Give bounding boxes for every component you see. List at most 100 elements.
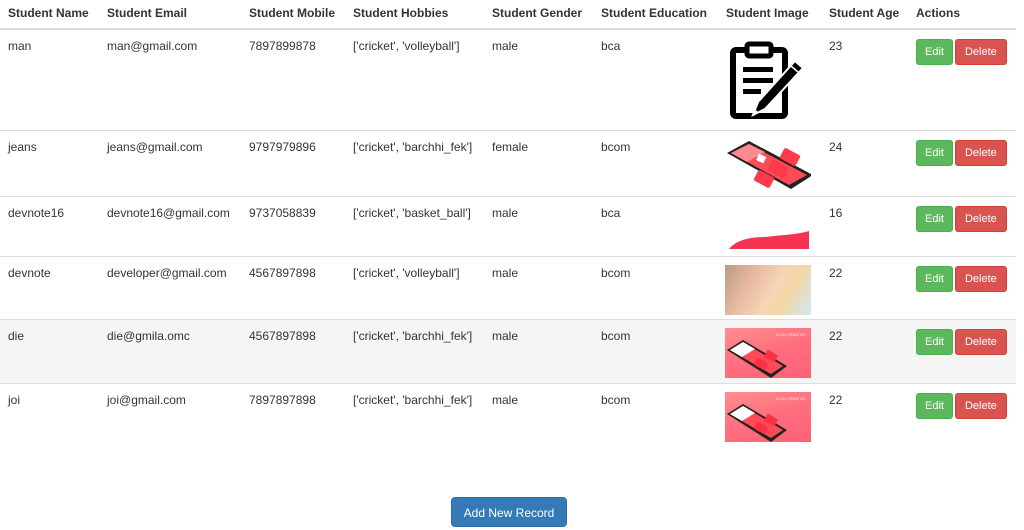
cell-mobile: 4567897898 (241, 255, 345, 319)
student-name: devnote (8, 265, 51, 280)
student-age: 22 (829, 265, 843, 280)
cell-email: jeans@gmail.com (99, 129, 241, 196)
cell-name: man (0, 29, 99, 130)
delete-button[interactable]: Delete (954, 39, 1007, 65)
cell-education: bcom (593, 129, 718, 196)
student-hobbies: ['cricket', 'basket_ball'] (353, 205, 471, 220)
student-hobbies: ['cricket', 'barchhi_fek'] (353, 392, 473, 407)
student-email: die@gmila.omc (107, 328, 190, 343)
student-name: jeans (8, 139, 37, 154)
student-mobile: 9797979896 (249, 139, 316, 154)
delete-button[interactable]: Delete (954, 265, 1007, 292)
cell-email: die@gmila.omc (99, 318, 241, 383)
student-age: 16 (829, 205, 843, 220)
cell-gender: male (484, 382, 593, 447)
cell-image (718, 129, 821, 196)
student-education: bca (601, 205, 621, 220)
cell-age: 23 (821, 29, 908, 130)
student-education: bca (601, 39, 621, 53)
cell-gender: male (484, 29, 593, 130)
delete-button[interactable]: Delete (954, 139, 1007, 166)
edit-button[interactable]: Edit (916, 39, 953, 65)
edit-button[interactable]: Edit (916, 265, 953, 292)
header-student-age: Student Age (821, 0, 908, 30)
header-student-gender: Student Gender (484, 0, 593, 30)
header-student-image: Student Image (718, 0, 821, 30)
page: Student Name Student Email Student Mobil… (0, 0, 1024, 530)
student-name: die (8, 328, 25, 343)
delete-button[interactable]: Delete (954, 328, 1007, 355)
student-email: developer@gmail.com (107, 265, 227, 280)
cell-hobbies: ['cricket', 'barchhi_fek'] (345, 318, 484, 383)
cell-image (718, 195, 821, 256)
cell-actions: Edit Delete (908, 129, 1016, 196)
student-gender: male (492, 328, 519, 343)
table-row: die die@gmila.omc 4567897898 ['cricket',… (0, 318, 1016, 383)
student-hobbies: ['cricket', 'volleyball'] (353, 39, 460, 53)
cell-actions: Edit Delete (908, 318, 1016, 383)
cell-hobbies: ['cricket', 'volleyball'] (345, 29, 484, 130)
table-row: jeans jeans@gmail.com 9797979896 ['crick… (0, 129, 1016, 196)
cell-education: bcom (593, 255, 718, 319)
blurred-gradient-image (725, 264, 811, 315)
table-row: devnote developer@gmail.com 4567897898 [… (0, 255, 1016, 319)
cell-mobile: 4567897898 (241, 318, 345, 383)
cell-image (718, 255, 821, 319)
student-name: man (8, 39, 32, 53)
cell-name: jeans (0, 129, 99, 196)
table-row: joi joi@gmail.com 7897897898 ['cricket',… (0, 382, 1016, 447)
cell-email: joi@gmail.com (99, 382, 241, 447)
edit-button[interactable]: Edit (916, 139, 953, 166)
cell-gender: male (484, 195, 593, 256)
phone-app-illustration (725, 137, 811, 191)
students-table: Student Name Student Email Student Mobil… (0, 0, 1016, 447)
student-education: bcom (601, 392, 631, 407)
cell-education: bcom (593, 318, 718, 383)
header-actions: Actions (908, 0, 1016, 30)
add-new-record-button[interactable]: Add New Record (451, 497, 567, 527)
cell-age: 22 (821, 318, 908, 383)
cell-name: devnote16 (0, 195, 99, 256)
cell-mobile: 9797979896 (241, 129, 345, 196)
cell-mobile: 7897897898 (241, 382, 345, 447)
cell-name: joi (0, 382, 99, 447)
student-age: 22 (829, 328, 843, 343)
cell-email: developer@gmail.com (99, 255, 241, 319)
cell-image (718, 29, 821, 130)
student-gender: male (492, 205, 519, 220)
student-education: bcom (601, 328, 631, 343)
delete-button[interactable]: Delete (954, 392, 1007, 419)
cell-age: 22 (821, 382, 908, 447)
header-student-hobbies: Student Hobbies (345, 0, 484, 30)
student-age: 24 (829, 139, 843, 154)
banner-caption: ICON CREATOR (775, 395, 806, 401)
student-mobile: 7897897898 (249, 392, 316, 407)
cell-email: man@gmail.com (99, 29, 241, 130)
student-email: devnote16@gmail.com (107, 205, 230, 220)
cell-email: devnote16@gmail.com (99, 195, 241, 256)
cell-gender: female (484, 129, 593, 196)
cell-image: ICON CREATOR (718, 318, 821, 383)
student-name: joi (8, 392, 21, 407)
cell-hobbies: ['cricket', 'barchhi_fek'] (345, 129, 484, 196)
cell-image: ICON CREATOR (718, 382, 821, 447)
cell-actions: Edit Delete (908, 382, 1016, 447)
delete-button[interactable]: Delete (954, 205, 1007, 232)
clipboard-pen-icon (725, 41, 811, 121)
cell-age: 24 (821, 129, 908, 196)
student-gender: male (492, 39, 519, 53)
cell-name: die (0, 318, 99, 383)
student-gender: female (492, 139, 529, 154)
student-education: bcom (601, 139, 631, 154)
icon-creator-banner: ICON CREATOR (725, 391, 811, 442)
student-gender: male (492, 392, 519, 407)
cell-education: bca (593, 195, 718, 256)
cell-actions: Edit Delete (908, 255, 1016, 319)
header-student-mobile: Student Mobile (241, 0, 345, 30)
edit-button[interactable]: Edit (916, 392, 953, 419)
student-mobile: 4567897898 (249, 265, 316, 280)
cell-education: bcom (593, 382, 718, 447)
student-mobile: 4567897898 (249, 328, 316, 343)
edit-button[interactable]: Edit (916, 328, 953, 355)
edit-button[interactable]: Edit (916, 205, 953, 232)
